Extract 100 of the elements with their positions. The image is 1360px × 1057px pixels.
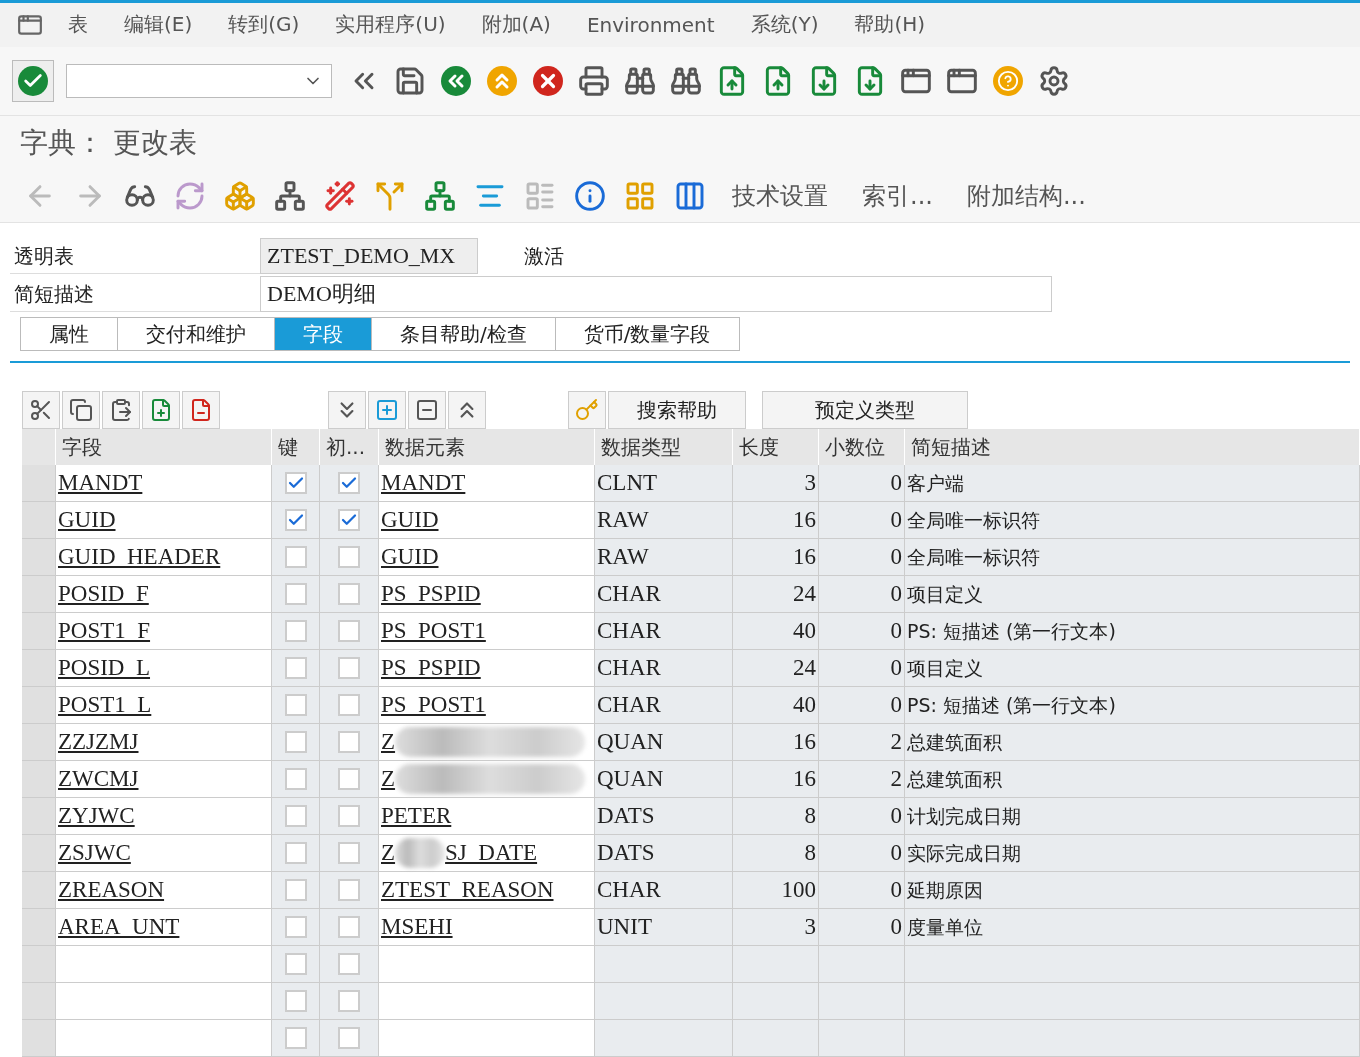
data-element-link[interactable]: SJ_DATE	[445, 835, 538, 871]
column-header[interactable]: 字段	[56, 429, 272, 465]
checkbox[interactable]	[284, 768, 307, 790]
checkbox[interactable]	[284, 953, 307, 975]
menu-item[interactable]: 编辑(E)	[106, 11, 211, 39]
field-name-link[interactable]: POST1_F	[58, 613, 151, 649]
data-element-link[interactable]: PS_PSPID	[381, 576, 481, 612]
data-element-link[interactable]: PETER	[381, 798, 452, 834]
checkbox[interactable]	[338, 657, 360, 679]
menu-item[interactable]: 转到(G)	[210, 11, 318, 39]
checkbox[interactable]	[284, 731, 307, 753]
toolbar-button[interactable]: 技术设置	[720, 180, 840, 213]
collapse-icon[interactable]	[448, 391, 486, 429]
checkbox[interactable]	[338, 694, 360, 716]
data-element-link[interactable]: PS_POST1	[381, 687, 486, 723]
checkbox[interactable]	[284, 546, 307, 568]
checkbox[interactable]	[284, 620, 307, 642]
key-icon[interactable]	[568, 391, 606, 429]
column-header[interactable]: 初...	[320, 429, 379, 465]
checkbox[interactable]	[284, 509, 307, 531]
field-name-link[interactable]: ZZJZMJ	[58, 724, 139, 760]
checkbox[interactable]	[338, 916, 360, 938]
data-element-link[interactable]: GUID	[381, 502, 439, 538]
column-header[interactable]: 数据元素	[379, 429, 595, 465]
checkbox[interactable]	[284, 916, 307, 938]
checkbox[interactable]	[338, 731, 360, 753]
row-selector[interactable]	[22, 724, 56, 761]
column-header[interactable]: 键	[272, 429, 320, 465]
cut-icon[interactable]	[22, 391, 60, 429]
field-name-cell[interactable]	[56, 1020, 272, 1057]
field-name-link[interactable]: AREA_UNT	[58, 909, 180, 945]
remove-icon[interactable]	[408, 391, 446, 429]
data-element-link[interactable]: Z	[381, 724, 396, 760]
menu-item[interactable]: 帮助(H)	[836, 11, 944, 39]
checkbox[interactable]	[284, 842, 307, 864]
row-selector[interactable]	[22, 465, 56, 502]
expand-icon[interactable]	[328, 391, 366, 429]
field-name-cell[interactable]	[56, 983, 272, 1020]
checkbox[interactable]	[284, 694, 307, 716]
data-element-cell[interactable]	[379, 1020, 595, 1057]
row-selector[interactable]	[22, 650, 56, 687]
row-selector[interactable]	[22, 576, 56, 613]
checkbox[interactable]	[284, 1027, 307, 1049]
row-selector[interactable]	[22, 983, 56, 1020]
row-selector[interactable]	[22, 909, 56, 946]
command-field[interactable]	[66, 64, 332, 99]
row-selector[interactable]	[22, 502, 56, 539]
data-element-link[interactable]: PS_POST1	[381, 613, 486, 649]
data-element-link[interactable]: Z	[381, 835, 396, 871]
description-field[interactable]: DEMO明细	[260, 276, 1052, 312]
data-element-cell[interactable]	[379, 983, 595, 1020]
menu-item[interactable]: 表	[50, 11, 106, 39]
menu-item[interactable]: 附加(A)	[463, 11, 569, 39]
checkbox[interactable]	[338, 879, 360, 901]
menu-item[interactable]: Environment	[568, 12, 733, 37]
field-name-link[interactable]: ZREASON	[58, 872, 165, 908]
delete-row-icon[interactable]	[182, 391, 220, 429]
row-selector[interactable]	[22, 687, 56, 724]
row-selector[interactable]	[22, 539, 56, 576]
field-name-link[interactable]: POSID_F	[58, 576, 149, 612]
checkbox[interactable]	[338, 990, 360, 1012]
data-element-cell[interactable]	[379, 946, 595, 983]
checkbox[interactable]	[338, 842, 360, 864]
menu-item[interactable]: 系统(Y)	[732, 11, 837, 39]
data-element-link[interactable]: MANDT	[381, 465, 466, 501]
tab[interactable]: 条目帮助/检查	[371, 317, 556, 351]
toolbar-button[interactable]: 附加结构...	[954, 180, 1098, 213]
checkbox[interactable]	[338, 509, 360, 531]
tab[interactable]: 属性	[20, 317, 118, 351]
checkbox[interactable]	[338, 953, 360, 975]
field-name-link[interactable]: MANDT	[58, 465, 143, 501]
column-header[interactable]: 数据类型	[595, 429, 733, 465]
column-header[interactable]: 小数位	[819, 429, 905, 465]
row-selector[interactable]	[22, 1020, 56, 1057]
column-header[interactable]: 简短描述	[905, 429, 1360, 465]
field-name-link[interactable]: GUID_HEADER	[58, 539, 221, 575]
confirm-button[interactable]	[12, 60, 54, 103]
checkbox[interactable]	[338, 546, 360, 568]
checkbox[interactable]	[284, 805, 307, 827]
row-selector[interactable]	[22, 946, 56, 983]
field-name-link[interactable]: ZWCMJ	[58, 761, 139, 797]
data-element-link[interactable]: ZTEST_REASON	[381, 872, 554, 908]
predefined-type-button[interactable]: 预定义类型	[762, 391, 968, 429]
checkbox[interactable]	[338, 620, 360, 642]
menu-item[interactable]: 实用程序(U)	[317, 11, 464, 39]
field-name-cell[interactable]	[56, 946, 272, 983]
add-icon[interactable]	[368, 391, 406, 429]
data-element-link[interactable]: MSEHI	[381, 909, 453, 945]
checkbox[interactable]	[284, 657, 307, 679]
field-name-link[interactable]: POST1_L	[58, 687, 152, 723]
copy-icon[interactable]	[62, 391, 100, 429]
checkbox[interactable]	[338, 768, 360, 790]
row-selector[interactable]	[22, 761, 56, 798]
checkbox[interactable]	[338, 805, 360, 827]
checkbox[interactable]	[284, 472, 307, 494]
tab[interactable]: 交付和维护	[117, 317, 275, 351]
checkbox[interactable]	[338, 472, 360, 494]
checkbox[interactable]	[338, 583, 360, 605]
row-selector[interactable]	[22, 872, 56, 909]
checkbox[interactable]	[284, 990, 307, 1012]
